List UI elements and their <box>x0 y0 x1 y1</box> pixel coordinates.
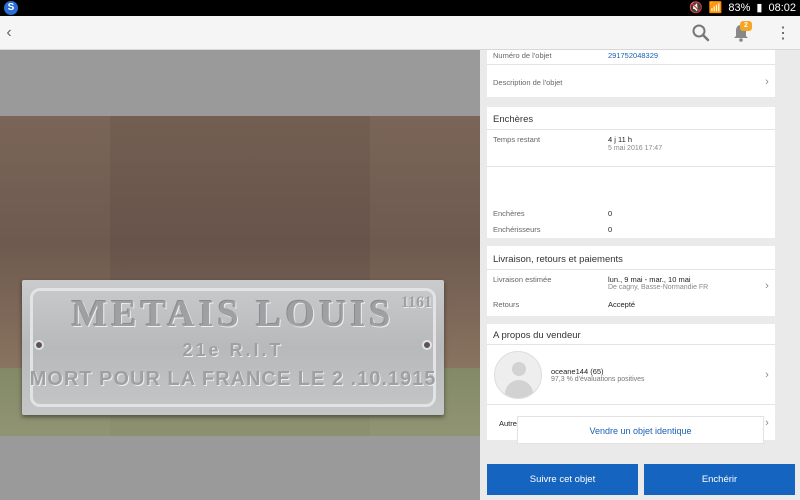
avatar-head <box>512 362 526 376</box>
clock: 08:02 <box>768 2 796 14</box>
app-bar: ‹ 2 ⋮ <box>0 16 800 50</box>
plaque-image: METAIS LOUIS 1161 21e R.I.T MORT POUR LA… <box>22 280 444 415</box>
returns-value: Accepté <box>608 300 636 309</box>
seller-title: A propos du vendeur <box>493 330 581 341</box>
app-logo-icon: S <box>4 1 18 15</box>
delivery-origin: De cagny, Basse-Normandie FR <box>608 284 709 291</box>
divider <box>487 269 775 270</box>
battery-icon: ▮ <box>756 2 763 14</box>
divider <box>487 166 775 167</box>
auction-title: Enchères <box>493 114 534 125</box>
seller-rating: 97,3 % d'évaluations positives <box>551 376 645 383</box>
time-remaining-value: 4 j 11 h <box>608 135 633 144</box>
status-bar: S 🔇 📶 83% ▮ 08:02 <box>0 0 800 16</box>
time-remaining-label: Temps restant <box>493 135 541 144</box>
item-info-card: Numéro de l'objet 291752048329 Descripti… <box>487 50 775 97</box>
plaque-inscription-text: MORT POUR LA FRANCE LE 2 .10.1915 <box>29 368 437 390</box>
delivery-label: Livraison estimée <box>493 275 552 284</box>
status-icons: 🔇 📶 83% ▮ 08:02 <box>689 1 796 15</box>
chevron-right-icon: › <box>765 369 769 381</box>
chevron-right-icon: › <box>765 76 769 88</box>
mute-icon: 🔇 <box>688 2 703 14</box>
avatar-body <box>505 380 533 398</box>
seller-avatar <box>494 351 542 399</box>
divider <box>487 129 775 130</box>
sell-similar-button[interactable]: Vendre un objet identique <box>517 416 764 444</box>
wifi-icon: 📶 <box>708 2 723 14</box>
search-icon[interactable] <box>690 22 712 44</box>
item-number-value[interactable]: 291752048329 <box>608 51 658 60</box>
battery-level: 83% <box>728 2 751 14</box>
back-chevron-icon[interactable]: ‹ <box>2 24 16 42</box>
seller-name: oceane144 (65) <box>551 367 604 376</box>
item-description-row[interactable]: Description de l'objet › <box>487 65 775 97</box>
seller-profile-row[interactable]: oceane144 (65) 97,3 % d'évaluations posi… <box>487 345 775 403</box>
plaque-regiment-text: 21e R.I.T <box>182 340 284 360</box>
delivery-row[interactable]: Livraison estimée lun., 9 mai - mar., 10… <box>487 273 775 297</box>
bids-label: Enchères <box>493 209 525 218</box>
item-description-label: Description de l'objet <box>493 78 563 87</box>
returns-row: Retours Accepté <box>487 299 775 313</box>
bidders-value: 0 <box>608 225 613 234</box>
item-number-label: Numéro de l'objet <box>493 51 552 60</box>
bid-button[interactable]: Enchérir <box>644 464 795 495</box>
item-number-row: Numéro de l'objet 291752048329 <box>487 50 775 64</box>
chevron-right-icon: › <box>765 417 769 429</box>
shipping-title: Livraison, retours et paiements <box>493 254 623 265</box>
notification-badge: 2 <box>740 21 752 31</box>
shipping-card: Livraison, retours et paiements Livraiso… <box>487 246 775 316</box>
bids-value: 0 <box>608 209 613 218</box>
delivery-value: lun., 9 mai - mar., 10 mai <box>608 275 691 284</box>
bidders-row: Enchérisseurs 0 <box>487 225 775 239</box>
time-remaining-row: Temps restant 4 j 11 h 5 mai 2016 17:47 <box>487 133 775 159</box>
auction-card: Enchères Temps restant 4 j 11 h 5 mai 20… <box>487 107 775 238</box>
item-photo-pane[interactable]: METAIS LOUIS 1161 21e R.I.T MORT POUR LA… <box>0 50 480 500</box>
bids-row: Enchères 0 <box>487 209 775 223</box>
auction-end-date: 5 mai 2016 17:47 <box>608 145 663 152</box>
returns-label: Retours <box>493 300 520 309</box>
watch-item-button[interactable]: Suivre cet objet <box>487 464 638 495</box>
item-details-panel: Numéro de l'objet 291752048329 Descripti… <box>480 50 800 500</box>
plaque-name-text: METAIS LOUIS <box>71 293 395 335</box>
bidders-label: Enchérisseurs <box>493 225 541 234</box>
more-options-icon[interactable]: ⋮ <box>775 23 791 45</box>
plaque-number-text: 1161 <box>400 294 432 311</box>
chevron-right-icon: › <box>765 280 769 292</box>
